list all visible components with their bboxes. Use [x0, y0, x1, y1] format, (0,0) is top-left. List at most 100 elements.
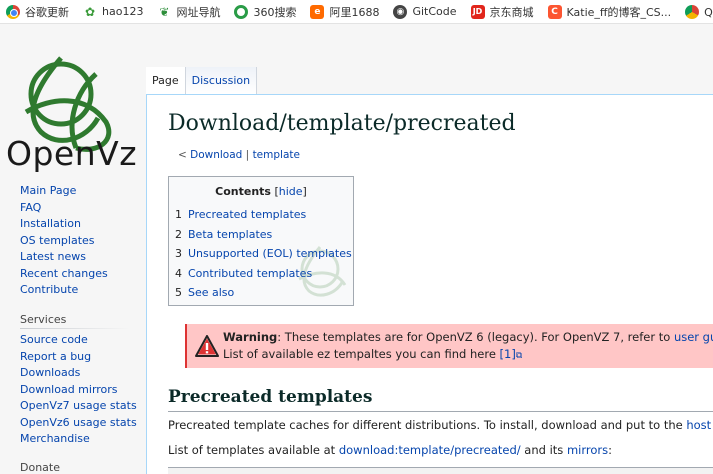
nav-faq[interactable]: FAQ: [20, 200, 108, 217]
warning-label: Warning: [223, 330, 278, 344]
tab-discussion[interactable]: Discussion: [185, 67, 258, 94]
qq-mail-icon: [685, 4, 700, 19]
ez-templates-ref-link[interactable]: [1]: [500, 347, 516, 361]
nav-download-mirrors[interactable]: Download mirrors: [20, 382, 137, 399]
toc-item-link[interactable]: Unsupported (EOL) templates: [188, 247, 352, 260]
bookmark-label: 阿里1688: [329, 5, 380, 19]
gitcode-icon: ◉: [393, 4, 408, 19]
toc-item-number: 1: [175, 208, 182, 221]
breadcrumb-sep: |: [242, 149, 253, 161]
toc-hide-link[interactable]: hide: [279, 185, 303, 198]
paragraph-suffix: :: [608, 443, 612, 457]
breadcrumb-prefix: <: [178, 149, 191, 161]
toc-item-number: 4: [175, 266, 182, 280]
main-content: Download/template/precreated < Download …: [146, 94, 713, 474]
breadcrumb-template[interactable]: template: [253, 149, 300, 161]
alibaba-icon: e: [310, 4, 325, 19]
bookmark-qq[interactable]: QQ邮箱: [685, 4, 713, 20]
nav-openvz6-stats[interactable]: OpenVz6 usage stats: [20, 415, 137, 432]
donate-heading: Donate: [20, 461, 60, 474]
nav-os-templates[interactable]: OS templates: [20, 233, 108, 250]
nav-contribute[interactable]: Contribute: [20, 282, 108, 299]
toc-item-link[interactable]: Precreated templates: [188, 208, 306, 221]
toc-item[interactable]: 5 See also: [175, 283, 352, 303]
bookmark-hao123[interactable]: ✿ hao123: [83, 4, 144, 19]
section-divider: [168, 411, 713, 412]
section-paragraph-2: List of templates available at download:…: [168, 443, 612, 457]
toc-item[interactable]: 2 Beta templates: [175, 225, 352, 245]
toc-item-link[interactable]: See also: [188, 286, 234, 299]
toc-item-number: 5: [175, 286, 182, 299]
nav-icon: ❦: [157, 4, 172, 19]
nav-latest-news[interactable]: Latest news: [20, 249, 108, 266]
bookmark-gitcode[interactable]: ◉ GitCode: [393, 4, 457, 19]
table-of-contents: Contents [hide] 1 Precreated templates 2B…: [168, 176, 354, 306]
paragraph-text: Precreated template caches for different…: [168, 418, 687, 432]
jd-icon: JD: [470, 4, 485, 19]
bookmark-label: Katie_ff的博客_CS...: [566, 5, 672, 19]
nav-report-bug[interactable]: Report a bug: [20, 349, 137, 366]
sidebar: OpenVz Main Page FAQ Installation OS tem…: [0, 24, 146, 474]
breadcrumb: < Download | template: [178, 149, 300, 161]
warning-line2: List of available ez tempaltes you can f…: [223, 347, 500, 361]
section-paragraph-1: Precreated template caches for different…: [168, 418, 713, 432]
section-heading-precreated: Precreated templates: [168, 387, 373, 407]
bookmark-google-update[interactable]: 谷歌更新: [6, 4, 69, 20]
nav-merchandise[interactable]: Merchandise: [20, 431, 137, 448]
nav-openvz7-stats[interactable]: OpenVz7 usage stats: [20, 398, 137, 415]
toc-item[interactable]: 4 Contributed templates: [175, 264, 352, 284]
toc-item[interactable]: 1 Precreated templates: [175, 205, 352, 225]
bookmarks-bar: 谷歌更新 ✿ hao123 ❦ 网址导航 360搜索 e 阿里1688 ◉ GitCod…: [0, 0, 713, 24]
warning-box: Warning: These templates are for OpenVZ …: [185, 324, 713, 368]
bookmark-label: 网址导航: [176, 5, 221, 19]
bookmark-label: QQ邮箱: [704, 5, 713, 19]
services-menu: Source code Report a bug Downloads Downl…: [20, 332, 137, 448]
bookmark-label: hao123: [102, 5, 144, 18]
host-link[interactable]: host s: [686, 418, 713, 432]
toc-item-number: 2: [175, 227, 182, 241]
toc-heading: Contents: [215, 185, 271, 198]
toc-item[interactable]: 3 Unsupported (EOL) templates: [175, 244, 352, 264]
nav-source-code[interactable]: Source code: [20, 332, 137, 349]
toc-item-number: 3: [175, 247, 182, 260]
toc-item-link[interactable]: Beta templates: [188, 228, 272, 241]
bookmark-csdn[interactable]: C Katie_ff的博客_CS...: [547, 4, 672, 20]
bookmark-1688[interactable]: e 阿里1688: [310, 4, 379, 20]
toc-item-link[interactable]: Contributed templates: [188, 267, 312, 280]
services-divider: [20, 328, 130, 329]
warning-message: : These templates are for OpenVZ 6 (lega…: [277, 330, 674, 344]
csdn-icon: C: [547, 4, 562, 19]
360-search-icon: [234, 4, 249, 19]
toc-title: Contents [hide]: [169, 185, 353, 198]
bookmark-jd[interactable]: JD 京东商城: [470, 4, 534, 20]
user-guide-link[interactable]: user guid: [674, 330, 713, 344]
bookmark-nav[interactable]: ❦ 网址导航: [157, 4, 220, 20]
paragraph-prefix: List of templates available at: [168, 443, 339, 457]
nav-main-page[interactable]: Main Page: [20, 183, 108, 200]
breadcrumb-download[interactable]: Download: [190, 149, 242, 161]
warning-text: Warning: These templates are for OpenVZ …: [223, 329, 713, 365]
tab-page[interactable]: Page: [146, 67, 186, 94]
nav-recent-changes[interactable]: Recent changes: [20, 266, 108, 283]
nav-installation[interactable]: Installation: [20, 216, 108, 233]
external-link-icon: ⧉: [515, 351, 523, 361]
page-tabs: Page Discussion: [146, 67, 258, 94]
templates-table: [168, 467, 713, 474]
precreated-dir-link[interactable]: download:template/precreated/: [339, 443, 521, 457]
bookmark-360[interactable]: 360搜索: [234, 4, 296, 20]
chrome-icon: [6, 4, 20, 19]
toc-list: 1 Precreated templates 2 Beta templates 3U…: [175, 205, 352, 303]
warning-icon: [195, 335, 219, 357]
services-heading: Services: [20, 313, 67, 326]
mirrors-link[interactable]: mirrors: [567, 443, 608, 457]
bookmark-label: 谷歌更新: [25, 5, 69, 19]
toc-bracket-open: [: [270, 185, 279, 198]
hao123-icon: ✿: [83, 4, 97, 19]
bookmark-label: 360搜索: [253, 5, 297, 19]
nav-downloads[interactable]: Downloads: [20, 365, 137, 382]
page-title: Download/template/precreated: [168, 111, 516, 136]
nav-menu: Main Page FAQ Installation OS templates …: [20, 183, 108, 299]
bookmark-label: GitCode: [412, 5, 457, 18]
toc-bracket-close: ]: [302, 185, 307, 198]
paragraph-mid: and its: [520, 443, 567, 457]
